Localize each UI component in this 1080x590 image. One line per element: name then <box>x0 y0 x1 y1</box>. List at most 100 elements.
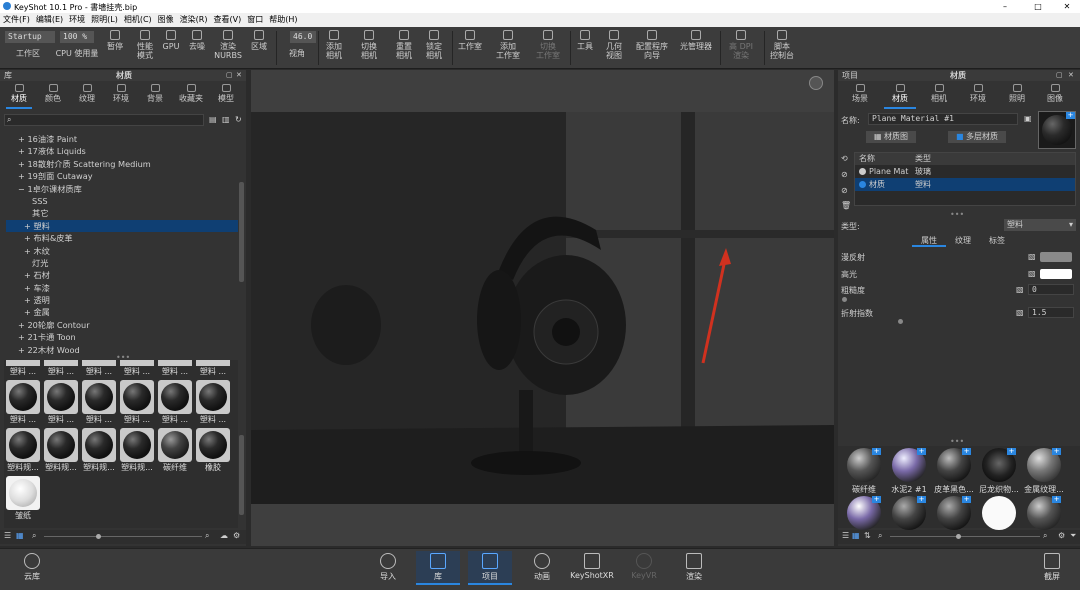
tree-item-selected[interactable]: + 塑料 <box>6 219 238 233</box>
add-to-library-icon[interactable]: + <box>1066 112 1075 119</box>
settings-icon[interactable]: ⚙ <box>233 531 240 540</box>
add-camera-button[interactable]: 添加 相机 <box>320 27 348 69</box>
slider-handle[interactable] <box>956 534 961 539</box>
texture-map-icon[interactable]: ▧ <box>1028 269 1036 278</box>
material-name-input[interactable]: Plane Material #1 <box>868 113 1018 125</box>
roughness-input[interactable]: 0 <box>1028 284 1074 295</box>
splitter-handle[interactable]: ••• <box>950 210 964 219</box>
material-graph-button[interactable]: ▦ 材质图 <box>866 131 916 143</box>
switch-studio-button[interactable]: 切换 工作室 <box>530 27 566 69</box>
menu-help[interactable]: 帮助(H) <box>266 13 300 27</box>
thumb-size-slider[interactable] <box>44 536 202 537</box>
render-nurbs-button[interactable]: 渲染 NURBS <box>212 27 244 69</box>
settings-icon[interactable]: ⚙ <box>1058 531 1065 540</box>
material-thumb[interactable]: 橡胶 <box>196 428 230 473</box>
zoom-out-icon[interactable]: ⌕ <box>878 531 882 541</box>
material-thumb[interactable]: 塑料 ... <box>158 360 192 377</box>
cloud-upload-icon[interactable]: ☁ <box>220 531 228 540</box>
tree-item[interactable]: + 透明 <box>6 294 238 306</box>
table-row-selected[interactable]: 材质 塑料 <box>855 178 1075 191</box>
recent-material-leather[interactable]: + <box>937 448 971 482</box>
studio-button[interactable]: 工作室 <box>454 27 486 69</box>
tab-models[interactable]: 模型 <box>210 83 242 107</box>
material-thumb[interactable]: 塑料 ... <box>120 380 154 425</box>
material-thumb[interactable]: 塑料规... <box>6 428 40 473</box>
viewport-overlay-icon[interactable] <box>809 76 823 90</box>
splitter-handle[interactable]: ••• <box>950 437 964 446</box>
recent-material-nylon[interactable]: + <box>982 448 1016 482</box>
roughness-slider-handle[interactable] <box>842 297 847 302</box>
performance-mode-button[interactable]: 性能 模式 <box>130 27 160 69</box>
list-view-icon[interactable]: ☰ <box>842 531 849 540</box>
material-thumb[interactable]: 塑料 ... <box>196 360 230 377</box>
panel-float-icon[interactable]: ▢ <box>226 70 233 81</box>
tree-item[interactable]: + 布料&皮革 <box>6 232 238 244</box>
material-thumb[interactable]: 塑料 ... <box>120 360 154 377</box>
library-refresh-icon[interactable]: ↻ <box>235 115 242 124</box>
material-thumb[interactable]: 塑料 ... <box>44 360 78 377</box>
tab-environment[interactable]: 环境 <box>958 83 998 107</box>
material-thumb[interactable]: 塑料规... <box>44 428 78 473</box>
minimize-button[interactable]: – <box>990 0 1020 13</box>
denoise-button[interactable]: 去噪 <box>184 27 210 69</box>
thumb-scrollbar[interactable] <box>239 435 244 515</box>
tree-item[interactable]: + 16油漆 Paint <box>6 133 238 145</box>
filter-icon[interactable]: ⏷ <box>1070 531 1076 541</box>
library-button[interactable]: 库 <box>416 551 460 585</box>
switch-camera-button[interactable]: 切换 相机 <box>352 27 386 69</box>
material-thumb[interactable]: 塑料 ... <box>82 360 116 377</box>
screenshot-button[interactable]: 截屏 <box>1030 553 1074 582</box>
panel-float-icon[interactable]: ▢ <box>1056 70 1063 81</box>
cloud-library-button[interactable]: 云库 <box>10 553 54 582</box>
material-thumb[interactable]: 塑料 ... <box>44 380 78 425</box>
panel-close-icon[interactable]: ✕ <box>236 70 242 81</box>
light-manager-button[interactable]: 光管理器 <box>676 27 716 69</box>
zoom-in-icon[interactable]: ⌕ <box>1043 531 1047 541</box>
tree-item[interactable]: + 18散射介质 Scattering Medium <box>6 158 238 170</box>
save-material-icon[interactable]: ▣ <box>1024 114 1032 123</box>
menu-camera[interactable]: 相机(C) <box>121 13 155 27</box>
delete-icon[interactable]: 🗑 <box>841 201 851 210</box>
material-thumb[interactable]: 塑料 ... <box>82 380 116 425</box>
add-studio-button[interactable]: 添加 工作室 <box>490 27 526 69</box>
tab-image[interactable]: 图像 <box>1036 83 1074 107</box>
recent-material-metal[interactable]: + <box>1027 448 1061 482</box>
unlink-icon[interactable]: ⊘ <box>841 170 848 179</box>
diffuse-color-swatch[interactable] <box>1040 252 1072 262</box>
library-filter-icon[interactable]: ▤ <box>209 115 217 124</box>
subtab-textures[interactable]: 纹理 <box>946 235 980 247</box>
texture-map-icon[interactable]: ▧ <box>1016 285 1024 294</box>
recent-material[interactable]: + <box>892 496 926 530</box>
recent-material-carbon[interactable]: + <box>847 448 881 482</box>
tab-material[interactable]: 材质 <box>880 83 920 109</box>
region-button[interactable]: 区域 <box>246 27 272 69</box>
material-thumb[interactable]: 塑料 ... <box>6 380 40 425</box>
table-row[interactable]: Plane Mat 玻璃 <box>855 165 1075 178</box>
menu-edit[interactable]: 编辑(E) <box>33 13 66 27</box>
duplicate-icon[interactable]: ⊘ <box>841 186 848 195</box>
menu-view[interactable]: 查看(V) <box>210 13 244 27</box>
library-search-input[interactable]: ⌕ <box>4 114 204 126</box>
geometry-view-button[interactable]: 几何 视图 <box>600 27 628 69</box>
tree-item[interactable]: + 17液体 Liquids <box>6 145 238 157</box>
zoom-in-icon[interactable]: ⌕ <box>205 531 209 541</box>
tree-item[interactable]: SSS <box>6 195 238 207</box>
render-viewport[interactable] <box>251 70 834 546</box>
tree-item[interactable]: + 石材 <box>6 269 238 281</box>
maximize-button[interactable]: □ <box>1023 0 1053 13</box>
material-thumb[interactable]: 塑料规... <box>82 428 116 473</box>
material-thumb[interactable]: 皱纸 <box>6 476 40 521</box>
tree-item[interactable]: 其它 <box>6 207 238 219</box>
animation-button[interactable]: 动画 <box>520 553 564 582</box>
tab-colors[interactable]: 颜色 <box>36 83 70 107</box>
tab-favorites[interactable]: 收藏夹 <box>172 83 210 107</box>
texture-map-icon[interactable]: ▧ <box>1028 252 1036 261</box>
library-folder-icon[interactable]: ▥ <box>222 115 230 124</box>
import-button[interactable]: 导入 <box>366 553 410 582</box>
ior-input[interactable]: 1.5 <box>1028 307 1074 318</box>
tab-environments[interactable]: 环境 <box>104 83 138 107</box>
subtab-properties[interactable]: 属性 <box>912 235 946 247</box>
slider-handle[interactable] <box>96 534 101 539</box>
specular-color-swatch[interactable] <box>1040 269 1072 279</box>
tree-scrollbar[interactable] <box>239 182 244 282</box>
